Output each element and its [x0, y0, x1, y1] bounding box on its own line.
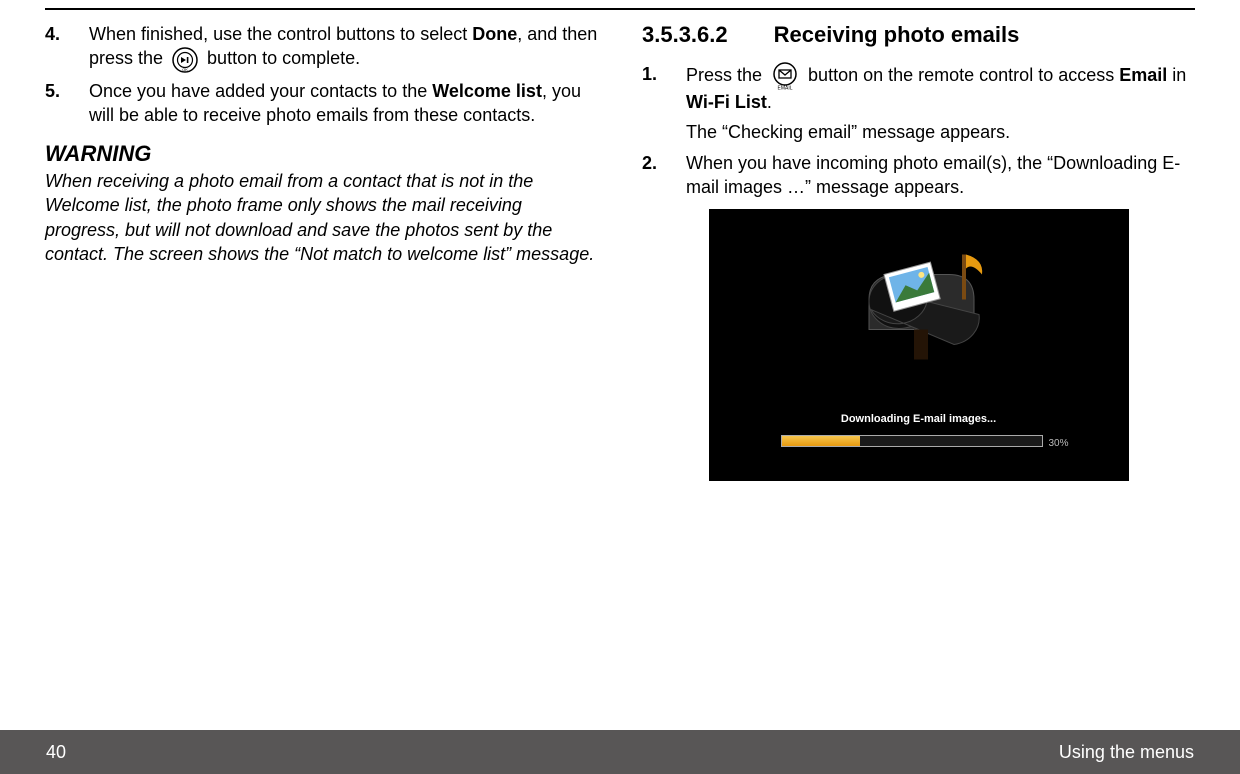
- section-number: 3.5.3.6.2: [642, 22, 728, 48]
- step-text: When finished, use the control buttons t…: [89, 22, 598, 73]
- mailbox-icon: [844, 245, 994, 370]
- step-body: When you have incoming photo email(s), t…: [686, 151, 1195, 200]
- step-body: When finished, use the control buttons t…: [89, 22, 598, 73]
- step-5: 5. Once you have added your contacts to …: [45, 79, 598, 128]
- bold: Email: [1119, 65, 1167, 85]
- text: Once you have added your contacts to the: [89, 81, 432, 101]
- svg-text:OK: OK: [182, 67, 188, 72]
- left-steps: 4. When finished, use the control button…: [45, 22, 598, 127]
- step-number: 5.: [45, 79, 89, 103]
- step-number: 1.: [642, 62, 686, 86]
- step-text: Press the EMAIL button on the remote con…: [686, 62, 1195, 114]
- left-column: 4. When finished, use the control button…: [45, 22, 598, 714]
- device-screenshot: Downloading E-mail images... 30%: [709, 209, 1129, 481]
- step-2: 2. When you have incoming photo email(s)…: [642, 151, 1195, 200]
- warning-heading: WARNING: [45, 141, 598, 167]
- step-1: 1. Press the EMAIL button on the remo: [642, 62, 1195, 145]
- ok-button-icon: OK: [172, 47, 198, 73]
- progress-bar-fill: [782, 436, 860, 446]
- page-number: 40: [46, 742, 66, 763]
- step-number: 4.: [45, 22, 89, 46]
- step-4: 4. When finished, use the control button…: [45, 22, 598, 73]
- text: button to complete.: [202, 48, 360, 68]
- bold: Wi-Fi List: [686, 92, 767, 112]
- text: button on the remote control to access: [803, 65, 1119, 85]
- screenshot-wrap: Downloading E-mail images... 30%: [642, 209, 1195, 481]
- footer-section: Using the menus: [1059, 742, 1194, 763]
- content-columns: 4. When finished, use the control button…: [45, 22, 1195, 714]
- bold: Welcome list: [432, 81, 542, 101]
- email-button-icon: EMAIL: [771, 62, 799, 90]
- progress-bar: [781, 435, 1043, 447]
- progress-percent: 30%: [1049, 438, 1069, 449]
- screenshot-caption: Downloading E-mail images...: [709, 413, 1129, 425]
- warning-body: When receiving a photo email from a cont…: [45, 169, 598, 266]
- page-footer: 40 Using the menus: [0, 730, 1240, 774]
- step-text: Once you have added your contacts to the…: [89, 79, 598, 128]
- right-steps: 1. Press the EMAIL button on the remo: [642, 62, 1195, 199]
- manual-page: 4. When finished, use the control button…: [0, 0, 1240, 774]
- step-text: When you have incoming photo email(s), t…: [686, 151, 1195, 200]
- section-heading: 3.5.3.6.2 Receiving photo emails: [642, 22, 1195, 48]
- right-column: 3.5.3.6.2 Receiving photo emails 1. Pres…: [642, 22, 1195, 714]
- top-rule: [45, 8, 1195, 10]
- step-text-2: The “Checking email” message appears.: [686, 120, 1195, 144]
- step-body: Press the EMAIL button on the remote con…: [686, 62, 1195, 145]
- text: .: [767, 92, 772, 112]
- bold: Done: [472, 24, 517, 44]
- text: in: [1167, 65, 1186, 85]
- step-number: 2.: [642, 151, 686, 175]
- section-title: Receiving photo emails: [774, 22, 1020, 48]
- step-body: Once you have added your contacts to the…: [89, 79, 598, 128]
- svg-text:EMAIL: EMAIL: [778, 86, 793, 91]
- text: Press the: [686, 65, 767, 85]
- text: When finished, use the control buttons t…: [89, 24, 472, 44]
